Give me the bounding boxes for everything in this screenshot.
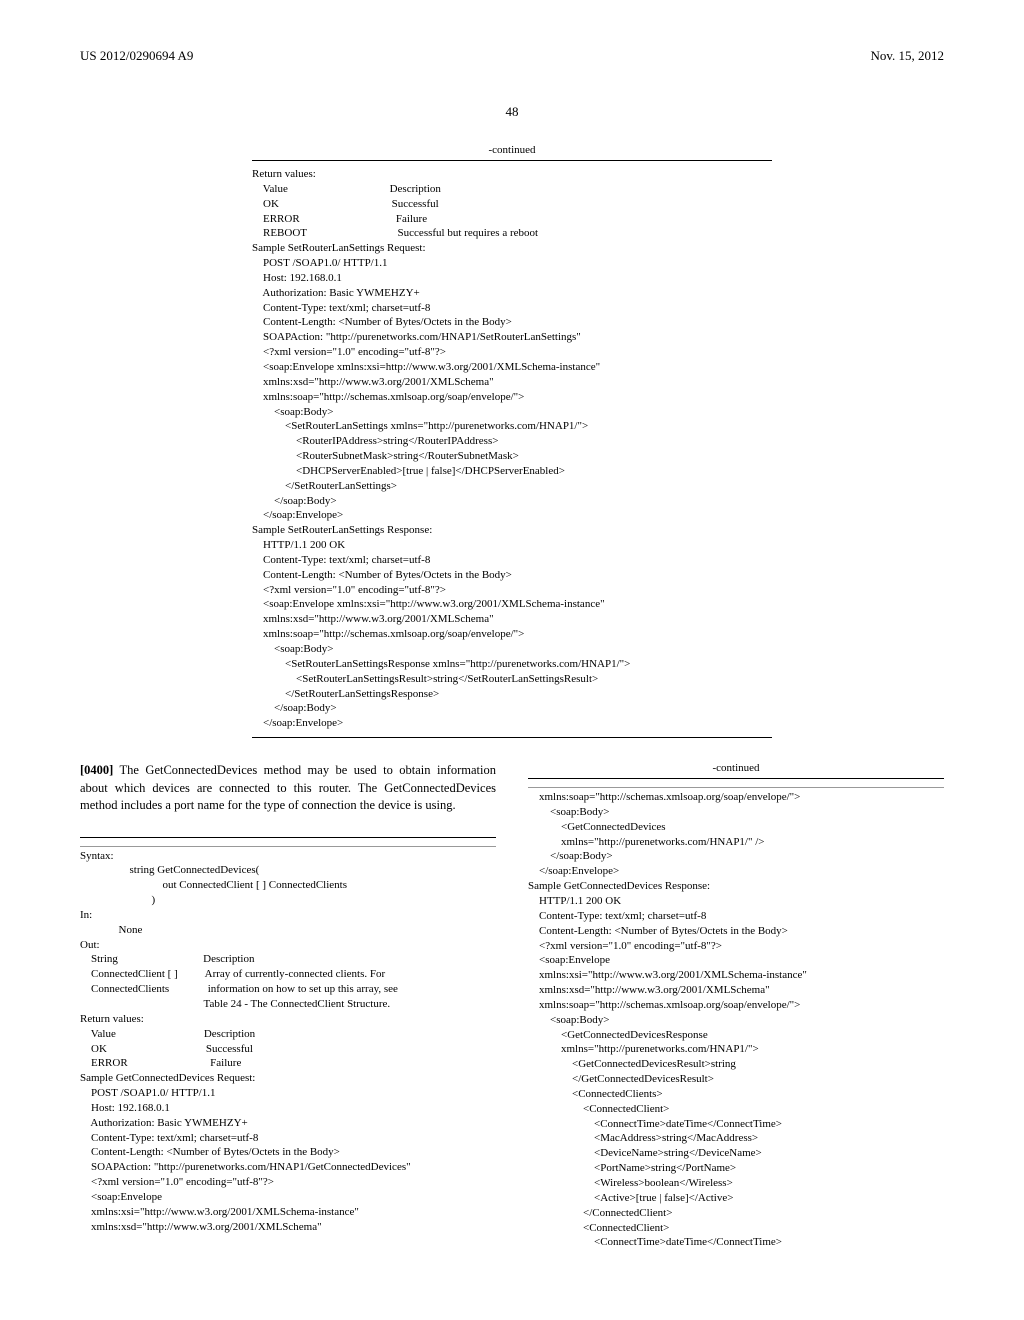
code-text-3: xmlns:soap="http://schemas.xmlsoap.org/s… bbox=[528, 790, 944, 1250]
paragraph-0400: [0400] The GetConnectedDevices method ma… bbox=[80, 762, 496, 815]
paragraph-text: The GetConnectedDevices method may be us… bbox=[80, 763, 496, 812]
rule-line bbox=[528, 787, 944, 788]
right-column: -continued xmlns:soap="http://schemas.xm… bbox=[528, 762, 944, 1250]
continued-label-right: -continued bbox=[528, 762, 944, 774]
code-block-getconnecteddevices-right: xmlns:soap="http://schemas.xmlsoap.org/s… bbox=[528, 778, 944, 1250]
code-text-1: Return values: Value Description OK Succ… bbox=[252, 167, 772, 731]
publication-number: US 2012/0290694 A9 bbox=[80, 48, 193, 64]
code-text-2: Syntax: string GetConnectedDevices( out … bbox=[80, 849, 496, 1235]
page-number: 48 bbox=[80, 104, 944, 120]
code-block-getconnecteddevices-left: Syntax: string GetConnectedDevices( out … bbox=[80, 837, 496, 1235]
left-column: [0400] The GetConnectedDevices method ma… bbox=[80, 762, 496, 1250]
patent-page: US 2012/0290694 A9 Nov. 15, 2012 48 -con… bbox=[0, 0, 1024, 1320]
two-column-region: [0400] The GetConnectedDevices method ma… bbox=[80, 762, 944, 1250]
publication-date: Nov. 15, 2012 bbox=[870, 48, 944, 64]
page-header: US 2012/0290694 A9 Nov. 15, 2012 bbox=[80, 48, 944, 64]
continued-label-top: -continued bbox=[80, 144, 944, 156]
rule-line bbox=[80, 846, 496, 847]
code-block-setrouterlansettings: Return values: Value Description OK Succ… bbox=[252, 160, 772, 738]
paragraph-number: [0400] bbox=[80, 763, 113, 777]
